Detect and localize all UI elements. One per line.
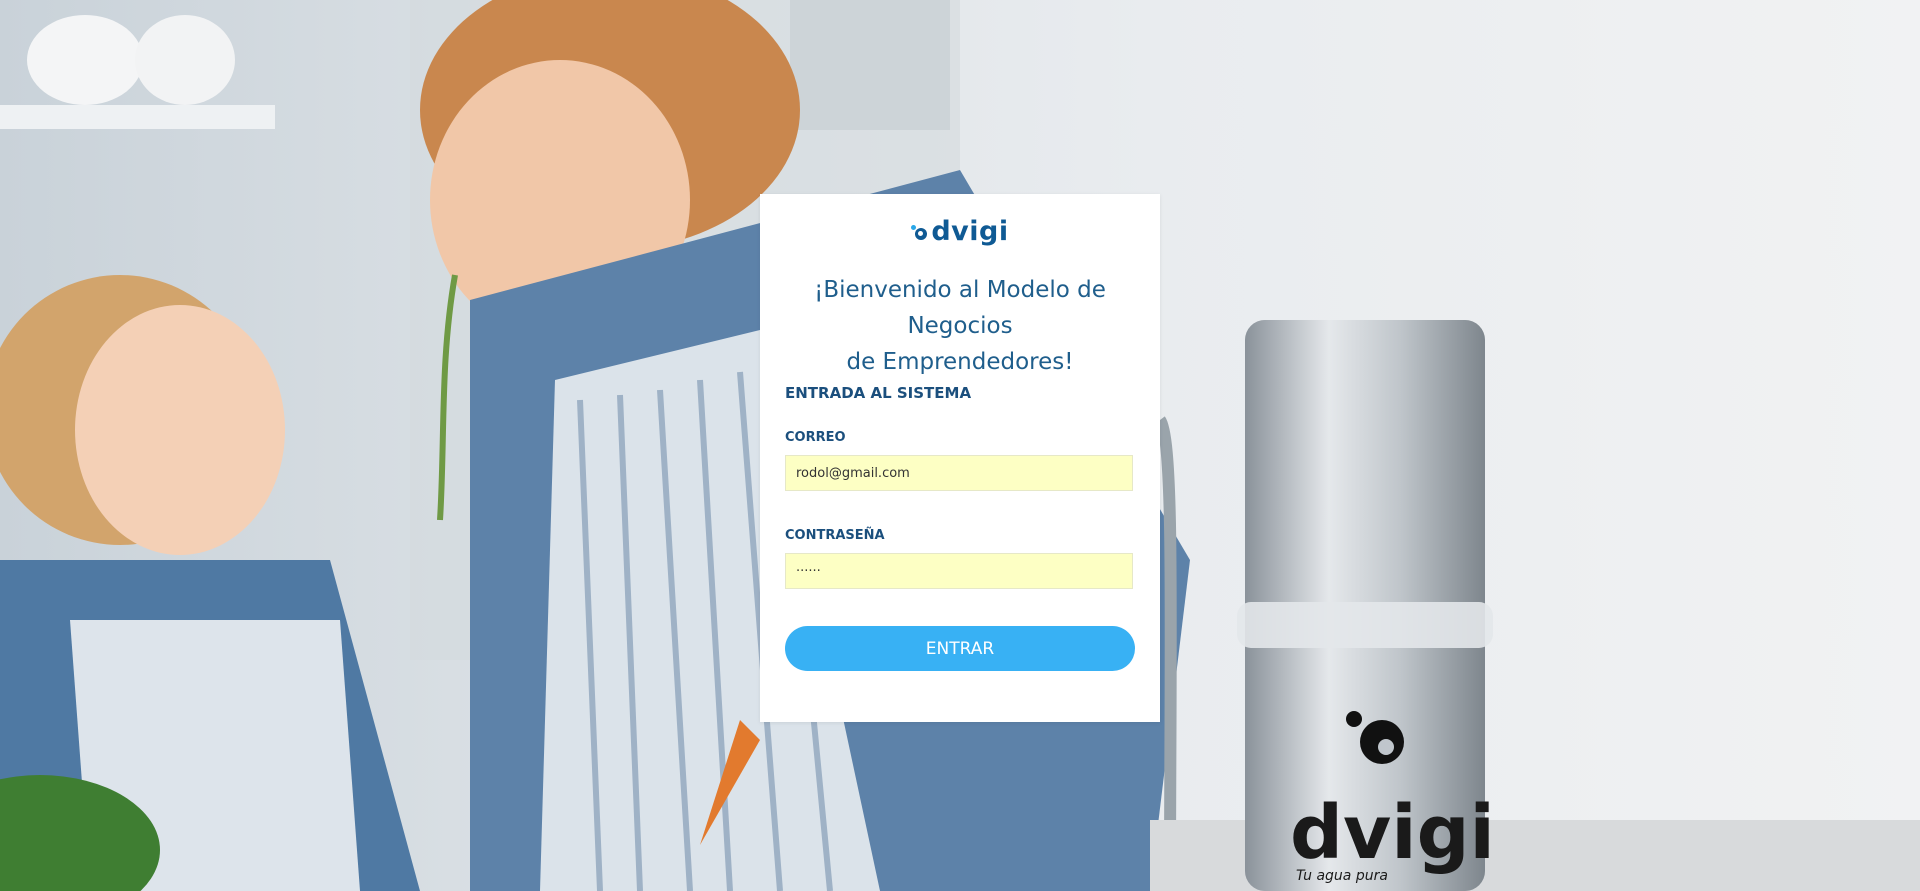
product-tagline: Tu agua pura [1296, 868, 1388, 884]
email-field[interactable] [785, 455, 1133, 491]
login-submit-button[interactable]: ENTRAR [785, 626, 1135, 671]
login-card: dvigi ¡Bienvenido al Modelo de Negocios … [760, 194, 1160, 722]
password-label: CONTRASEÑA [785, 528, 885, 543]
password-field[interactable] [785, 553, 1133, 589]
login-section-title: ENTRADA AL SISTEMA [785, 384, 972, 402]
brand-logo-text: dvigi [931, 216, 1009, 247]
welcome-heading: ¡Bienvenido al Modelo de Negocios de Emp… [768, 272, 1152, 380]
email-label: CORREO [785, 430, 846, 445]
brand-logo: dvigi [760, 216, 1160, 247]
welcome-line-1: ¡Bienvenido al Modelo de Negocios [814, 277, 1106, 339]
welcome-line-2: de Emprendedores! [846, 349, 1074, 375]
product-logo-text: dvigi [1290, 790, 1495, 876]
dvigi-logo-icon [911, 225, 929, 241]
